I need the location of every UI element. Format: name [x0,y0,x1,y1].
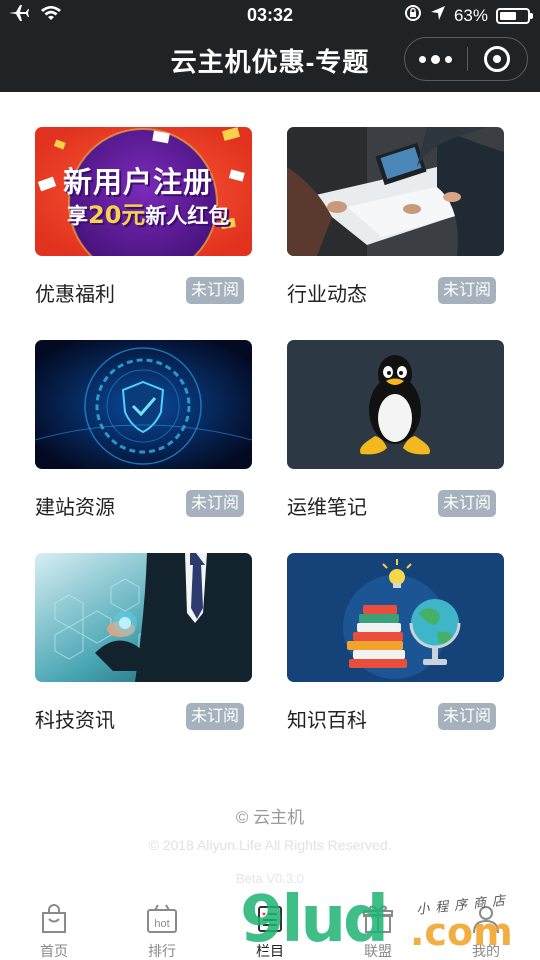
topic-title: 科技资讯 [35,710,115,732]
tab-label: 排行 [148,943,176,959]
tech-businessman-graphic[interactable] [35,553,252,682]
status-bar: 03:32 63% [0,0,540,30]
subscribe-button[interactable]: 未订阅 [438,277,496,304]
tab-ranking[interactable]: hot 排行 [108,895,216,960]
topic-card-footer: 优惠福利 未订阅 [35,275,252,307]
security-shield-graphic[interactable] [35,340,252,469]
more-dot-icon [419,55,427,63]
location-arrow-icon [430,5,446,26]
tab-columns[interactable]: 栏目 [216,895,324,960]
tab-mine[interactable]: 我的 [432,895,540,960]
topic-card-footer: 行业动态 未订阅 [287,275,504,307]
topic-title: 行业动态 [287,284,367,306]
tab-alliance[interactable]: 联盟 [324,895,432,960]
more-options-button[interactable] [405,38,467,80]
tab-label: 我的 [472,943,500,959]
team-meeting-photo[interactable] [287,127,504,256]
tab-label: 联盟 [364,943,392,959]
topic-title: 知识百科 [287,710,367,732]
footer-copyright: © 2018 Aliyun.Life All Rights Reserved. [148,837,392,853]
linux-penguin-graphic[interactable] [287,340,504,469]
battery-percent: 63% [453,5,488,25]
topic-card-ops-notes[interactable]: 运维笔记 未订阅 [287,340,504,519]
hot-icon: hot [147,904,177,933]
topic-card-industry-news[interactable]: 行业动态 未订阅 [287,127,504,306]
new-user-bonus-banner[interactable]: 新用户注册 享20元新人红包 [35,127,252,256]
topic-card-footer: 知识百科 未订阅 [287,701,504,733]
tab-label: 首页 [40,943,68,959]
topic-title: 优惠福利 [35,284,115,306]
more-dot-icon [431,54,441,64]
gift-icon [363,905,393,933]
topic-card-tech-news[interactable]: 科技资讯 未订阅 [35,553,252,732]
footer-brand: © 云主机 [235,808,305,827]
shopping-bag-icon [42,904,66,933]
topic-card-footer: 运维笔记 未订阅 [287,488,504,520]
navigation-bar: 云主机优惠-专题 [0,30,540,92]
subscribe-button[interactable]: 未订阅 [186,703,244,730]
column-list-icon [258,906,282,932]
target-circle-icon [484,46,511,72]
banner-subline: 享20元新人红包 [67,195,229,230]
topic-card-footer: 建站资源 未订阅 [35,488,252,520]
tab-label: 栏目 [256,943,284,959]
topic-title: 运维笔记 [287,497,367,519]
books-globe-graphic[interactable] [287,553,504,682]
topic-title: 建站资源 [35,497,115,519]
subscribe-button[interactable]: 未订阅 [438,490,496,517]
tab-bar: 首页 hot 排行 栏目 联盟 我的 [0,895,540,960]
topic-card-footer: 科技资讯 未订阅 [35,701,252,733]
user-icon [473,906,499,934]
subscribe-button[interactable]: 未订阅 [438,703,496,730]
battery-icon [496,7,533,24]
topic-card-site-resources[interactable]: 建站资源 未订阅 [35,340,252,519]
subscribe-button[interactable]: 未订阅 [186,490,244,517]
banner-amount: 20元 [88,201,146,229]
svg-text:hot: hot [154,918,169,930]
orientation-lock-icon [404,4,422,27]
footer-version: Beta V0.3.0 [236,871,304,886]
subscribe-button[interactable]: 未订阅 [186,277,244,304]
banner-subline-suffix: 新人红包 [145,204,230,228]
battery-level-fill [500,11,517,20]
close-miniprogram-button[interactable] [467,38,527,80]
topic-card-encyclopedia[interactable]: 知识百科 未订阅 [287,553,504,732]
tab-home[interactable]: 首页 [0,895,108,960]
miniprogram-capsule [404,37,528,81]
more-dot-icon [445,55,453,63]
banner-subline-prefix: 享 [67,204,88,228]
topic-card-benefits[interactable]: 新用户注册 享20元新人红包 优惠福利 未订阅 [35,127,252,306]
